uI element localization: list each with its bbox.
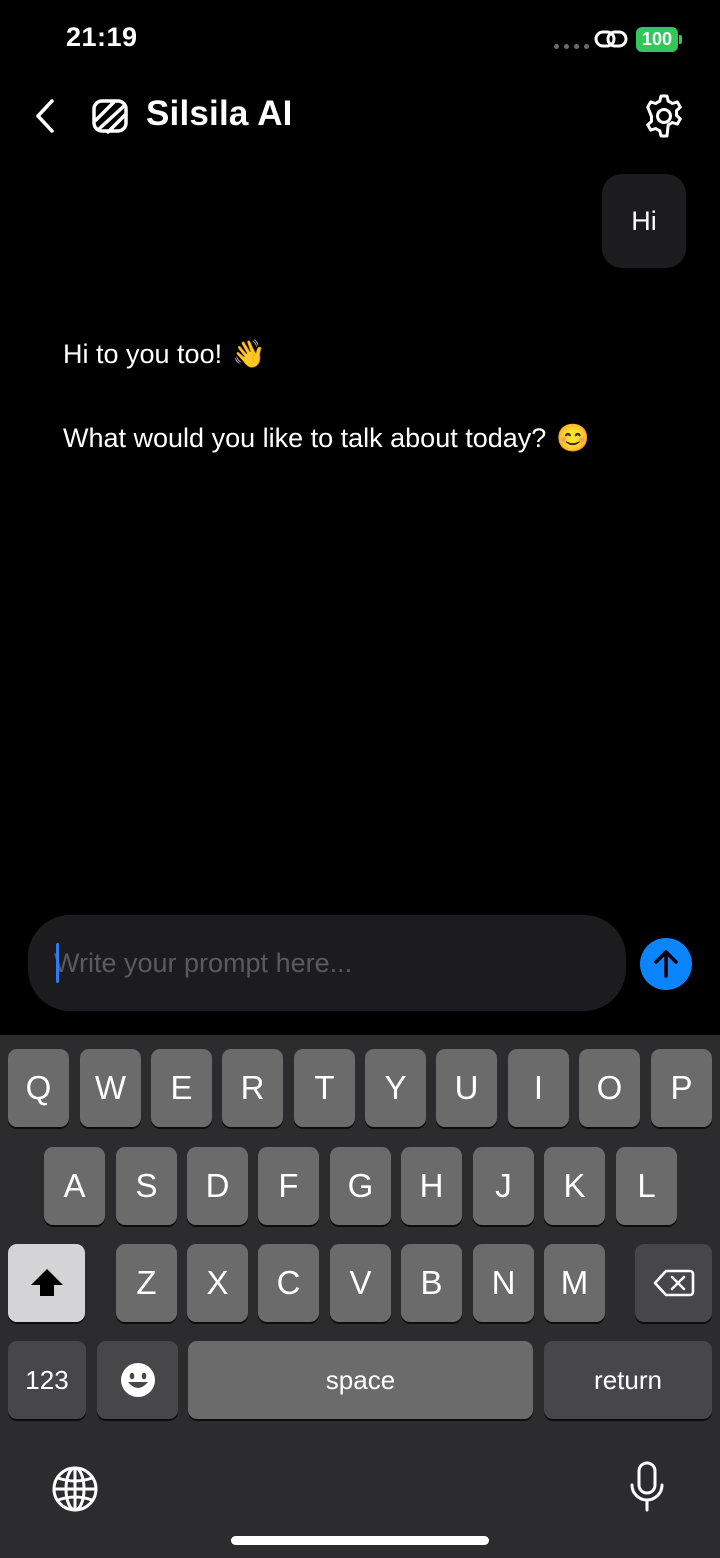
smiling-face-emoji: 😊 (556, 423, 590, 453)
cellular-signal-icon (554, 44, 589, 49)
key-k[interactable]: K (544, 1147, 605, 1225)
key-g[interactable]: G (330, 1147, 391, 1225)
send-button[interactable] (640, 938, 692, 990)
user-message-text: Hi (631, 205, 657, 236)
battery-icon: 100 (636, 27, 682, 52)
backspace-icon (653, 1269, 694, 1297)
key-j[interactable]: J (473, 1147, 534, 1225)
key-y[interactable]: Y (365, 1049, 426, 1127)
key-w[interactable]: W (80, 1049, 141, 1127)
key-o[interactable]: O (579, 1049, 640, 1127)
key-b[interactable]: B (401, 1244, 462, 1322)
ai-message-line: Hi to you too! 👋 (63, 338, 266, 370)
waving-hand-emoji: 👋 (232, 339, 266, 369)
gear-icon[interactable] (640, 92, 688, 140)
key-c[interactable]: C (258, 1244, 319, 1322)
key-h[interactable]: H (401, 1147, 462, 1225)
arrow-up-icon (654, 950, 678, 978)
key-r[interactable]: R (222, 1049, 283, 1127)
ai-message-text: Hi to you too! (63, 338, 223, 369)
page-title: Silsila AI (146, 94, 293, 133)
key-m[interactable]: M (544, 1244, 605, 1322)
shift-icon (30, 1269, 63, 1296)
key-v[interactable]: V (330, 1244, 391, 1322)
silsila-logo-icon (92, 99, 128, 134)
key-e[interactable]: E (151, 1049, 212, 1127)
ai-message-line: What would you like to talk about today?… (63, 422, 590, 454)
link-icon (594, 30, 628, 48)
globe-icon[interactable] (50, 1464, 100, 1514)
return-key[interactable]: return (544, 1341, 712, 1419)
prompt-input[interactable] (54, 915, 614, 1011)
key-x[interactable]: X (187, 1244, 248, 1322)
key-d[interactable]: D (187, 1147, 248, 1225)
numbers-key[interactable]: 123 (8, 1341, 86, 1419)
home-indicator[interactable] (231, 1536, 489, 1545)
back-icon[interactable] (30, 95, 64, 137)
backspace-key[interactable] (635, 1244, 712, 1322)
microphone-icon[interactable] (628, 1460, 666, 1514)
battery-level: 100 (636, 27, 678, 52)
status-time: 21:19 (66, 22, 138, 52)
key-p[interactable]: P (651, 1049, 712, 1127)
key-q[interactable]: Q (8, 1049, 69, 1127)
ai-message-text: What would you like to talk about today? (63, 422, 547, 453)
key-a[interactable]: A (44, 1147, 105, 1225)
emoji-icon (120, 1363, 155, 1397)
key-u[interactable]: U (436, 1049, 497, 1127)
emoji-key[interactable] (97, 1341, 178, 1419)
prompt-field[interactable] (28, 915, 626, 1011)
text-caret (56, 943, 59, 983)
key-n[interactable]: N (473, 1244, 534, 1322)
key-z[interactable]: Z (116, 1244, 177, 1322)
key-f[interactable]: F (258, 1147, 319, 1225)
key-t[interactable]: T (294, 1049, 355, 1127)
key-l[interactable]: L (616, 1147, 677, 1225)
shift-key[interactable] (8, 1244, 85, 1322)
key-i[interactable]: I (508, 1049, 569, 1127)
user-message-bubble: Hi (602, 174, 686, 268)
space-key[interactable]: space (188, 1341, 533, 1419)
key-s[interactable]: S (116, 1147, 177, 1225)
